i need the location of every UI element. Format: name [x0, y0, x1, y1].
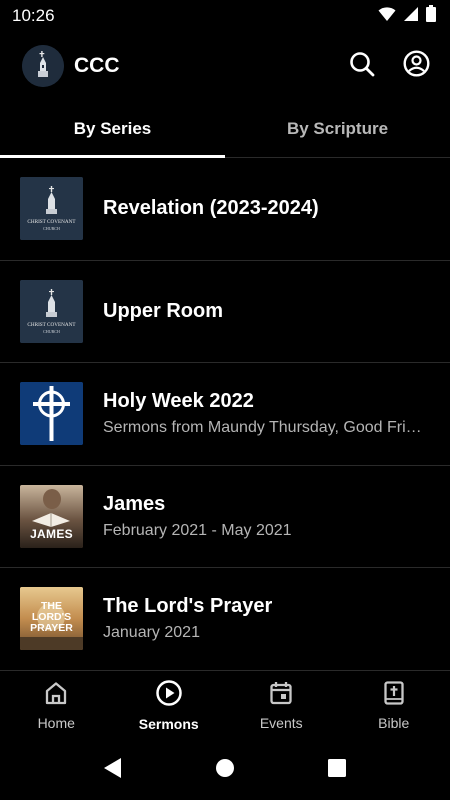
wifi-icon — [378, 6, 396, 27]
nav-label: Bible — [378, 715, 410, 731]
recents-button[interactable] — [325, 758, 349, 782]
thumbnail-caption-sub: CHURCH — [43, 226, 60, 232]
series-list: CHRIST COVENANT CHURCH Revelation (2023-… — [0, 158, 450, 670]
thumbnail-caption: THE LORD'S PRAYER — [30, 600, 73, 635]
home-circle-icon — [215, 758, 235, 783]
bottom-nav: Home Sermons Events Bible — [0, 670, 450, 740]
thumbnail-caption-sub: CHURCH — [43, 328, 60, 334]
system-nav-bar — [0, 740, 450, 800]
series-subtitle: February 2021 - May 2021 — [103, 521, 292, 539]
series-thumbnail: CHRIST COVENANT CHURCH — [20, 279, 83, 343]
app-bar: CCC — [0, 32, 450, 100]
search-icon — [349, 51, 375, 82]
status-time: 10:26 — [12, 6, 55, 25]
series-title: The Lord's Prayer — [103, 595, 273, 618]
series-subtitle: Sermons from Maundy Thursday, Good Frida… — [103, 419, 430, 437]
bible-icon — [381, 680, 407, 711]
nav-label: Sermons — [138, 716, 199, 732]
series-item-lords-prayer[interactable]: THE LORD'S PRAYER The Lord's Prayer Janu… — [0, 568, 450, 670]
play-circle-icon — [155, 679, 183, 712]
nav-home[interactable]: Home — [0, 671, 113, 740]
nav-events[interactable]: Events — [225, 671, 338, 740]
calendar-icon — [268, 680, 294, 711]
thumbnail-caption: CHRIST COVENANT — [27, 219, 76, 226]
back-button[interactable] — [101, 757, 125, 784]
series-subtitle: January 2021 — [103, 624, 200, 642]
series-item-upper-room[interactable]: CHRIST COVENANT CHURCH Upper Room — [0, 261, 450, 363]
series-title: James — [103, 492, 166, 515]
nav-sermons[interactable]: Sermons — [113, 671, 226, 740]
search-button[interactable] — [348, 51, 376, 82]
account-button[interactable] — [402, 50, 430, 82]
series-title: Holy Week 2022 — [103, 390, 254, 413]
nav-label: Home — [37, 715, 75, 731]
nav-bible[interactable]: Bible — [338, 671, 450, 740]
series-thumbnail: CHRIST COVENANT CHURCH — [20, 177, 83, 241]
celtic-cross-icon — [20, 382, 83, 446]
series-thumbnail: JAMES — [20, 484, 83, 548]
series-thumbnail: THE LORD'S PRAYER — [20, 587, 83, 651]
series-item-revelation[interactable]: CHRIST COVENANT CHURCH Revelation (2023-… — [0, 158, 450, 261]
account-circle-icon — [402, 50, 430, 82]
recents-square-icon — [328, 758, 346, 782]
home-icon — [43, 680, 69, 711]
app-title: CCC — [74, 54, 120, 77]
series-thumbnail — [20, 382, 83, 446]
thumbnail-caption: JAMES — [30, 526, 73, 541]
tab-bar: By Series By Scripture — [0, 100, 450, 158]
back-triangle-icon — [103, 757, 123, 784]
series-item-james[interactable]: JAMES James February 2021 - May 2021 — [0, 466, 450, 568]
battery-icon — [426, 5, 436, 27]
tab-by-series[interactable]: By Series — [0, 100, 225, 158]
tab-by-scripture[interactable]: By Scripture — [225, 100, 450, 157]
status-bar: 10:26 — [0, 0, 450, 32]
home-system-button[interactable] — [213, 758, 237, 782]
nav-label: Events — [259, 715, 303, 731]
series-title: Revelation (2023-2024) — [103, 197, 319, 220]
church-logo — [22, 45, 64, 87]
status-icons — [378, 5, 436, 27]
series-title: Upper Room — [103, 299, 223, 322]
signal-icon — [403, 6, 419, 27]
series-item-holy-week-2022[interactable]: Holy Week 2022 Sermons from Maundy Thurs… — [0, 363, 450, 466]
thumbnail-caption: CHRIST COVENANT — [27, 321, 76, 328]
